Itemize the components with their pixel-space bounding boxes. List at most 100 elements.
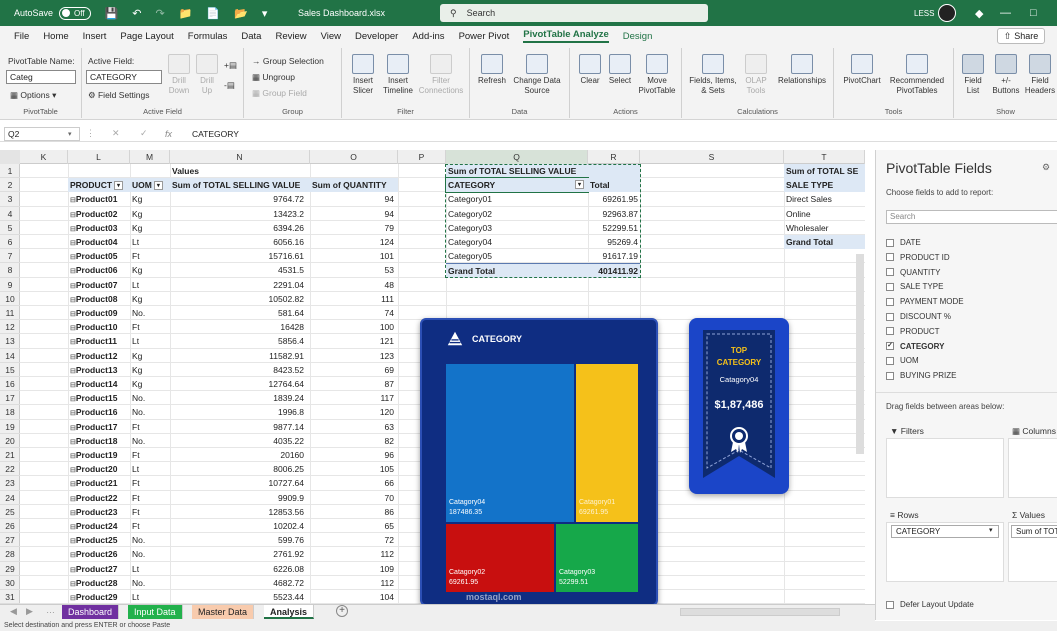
user-name[interactable]: LESS xyxy=(914,9,934,18)
filter-dropdown-icon[interactable]: ▾ xyxy=(575,180,584,190)
quantity-cell[interactable]: 100 xyxy=(310,320,398,334)
category-total-cell[interactable]: 69261.95 xyxy=(588,192,640,206)
tab-pivottable-analyze[interactable]: PivotTable Analyze xyxy=(523,29,609,43)
quantity-cell[interactable]: 87 xyxy=(310,377,398,391)
insert-timeline-button[interactable]: Insert Timeline xyxy=(380,54,416,96)
uom-cell[interactable]: Kg xyxy=(130,292,170,306)
buttons-toggle-button[interactable]: +/- Buttons xyxy=(990,54,1022,96)
uom-cell[interactable]: Kg xyxy=(130,221,170,235)
total-header-cell[interactable]: Total xyxy=(588,178,640,193)
category-total-cell[interactable]: 95269.4 xyxy=(588,235,640,249)
share-button[interactable]: ⇧ Share xyxy=(997,28,1045,44)
tab-design[interactable]: Design xyxy=(623,31,653,42)
avatar[interactable] xyxy=(938,4,956,22)
uom-cell[interactable]: Kg xyxy=(130,207,170,221)
relationships-button[interactable]: Relationships xyxy=(774,54,830,86)
product-cell[interactable]: ⊟Product20 xyxy=(68,462,130,476)
next-sheet-icon[interactable]: ▶ xyxy=(26,606,33,617)
active-field-input[interactable]: CATEGORY xyxy=(86,70,162,84)
field-checkbox[interactable] xyxy=(886,253,894,262)
selling-value-cell[interactable]: 13423.2 xyxy=(170,207,310,221)
options-button[interactable]: ▦ Options ▾ xyxy=(10,90,56,101)
row-header[interactable]: 21 xyxy=(0,448,20,463)
row-header[interactable]: 29 xyxy=(0,562,20,576)
category-total-cell[interactable]: 92963.87 xyxy=(588,207,640,221)
treemap-tile-category02[interactable]: Catagory02 69261.95 xyxy=(446,524,554,592)
product-header-cell[interactable]: PRODUCT ▾ xyxy=(68,178,130,193)
selling-value-cell[interactable]: 4682.72 xyxy=(170,576,310,590)
selling-value-cell[interactable]: 581.64 xyxy=(170,306,310,320)
row-header[interactable]: 16 xyxy=(0,377,20,392)
col-header-o[interactable]: O xyxy=(310,150,398,164)
product-cell[interactable]: ⊟Product23 xyxy=(68,505,130,519)
product-cell[interactable]: ⊟Product18 xyxy=(68,434,130,448)
field-item[interactable]: ✓ CATEGORY xyxy=(886,342,944,351)
search-box[interactable]: ⚲ Search xyxy=(440,4,708,22)
grand-total-value[interactable]: 401411.92 xyxy=(588,263,640,278)
insert-slicer-button[interactable]: Insert Slicer xyxy=(348,54,378,96)
ungroup-button[interactable]: ▦ Ungroup xyxy=(252,72,295,83)
pivot3-grand-total[interactable]: Grand Total xyxy=(784,235,865,250)
filters-area[interactable] xyxy=(886,438,1004,498)
field-checkbox[interactable] xyxy=(886,327,894,336)
field-item[interactable]: PAYMENT MODE xyxy=(886,297,964,306)
row-header[interactable]: 25 xyxy=(0,505,20,519)
uom-cell[interactable]: No. xyxy=(130,405,170,419)
uom-cell[interactable]: Ft xyxy=(130,448,170,462)
tab-developer[interactable]: Developer xyxy=(355,31,398,42)
field-item[interactable]: DISCOUNT % xyxy=(886,312,951,321)
row-header[interactable]: 13 xyxy=(0,334,20,349)
tab-view[interactable]: View xyxy=(321,31,341,42)
product-cell[interactable]: ⊟Product25 xyxy=(68,533,130,547)
uom-cell[interactable]: Ft xyxy=(130,320,170,334)
row-header[interactable]: 22 xyxy=(0,462,20,477)
field-checkbox[interactable] xyxy=(886,297,894,306)
minimize-icon[interactable]: — xyxy=(1000,7,1011,19)
product-cell[interactable]: ⊟Product10 xyxy=(68,320,130,334)
row-header[interactable]: 8 xyxy=(0,263,20,278)
sheet-tab[interactable]: Dashboard xyxy=(62,605,120,619)
sheet-tab[interactable]: Input Data xyxy=(128,605,183,619)
sale-type-cell[interactable]: Wholesaler xyxy=(784,221,865,235)
col-header-m[interactable]: M xyxy=(130,150,170,164)
product-cell[interactable]: ⊟Product02 xyxy=(68,207,130,221)
selling-value-cell[interactable]: 15716.61 xyxy=(170,249,310,263)
product-cell[interactable]: ⊟Product27 xyxy=(68,562,130,576)
sum-selling-header-cell[interactable]: Sum of TOTAL SELLING VALUE xyxy=(170,178,310,193)
quantity-cell[interactable]: 112 xyxy=(310,547,398,561)
selling-value-cell[interactable]: 12853.56 xyxy=(170,505,310,519)
uom-cell[interactable]: Ft xyxy=(130,476,170,490)
uom-cell[interactable]: Kg xyxy=(130,377,170,391)
selling-value-cell[interactable]: 8006.25 xyxy=(170,462,310,476)
rows-chip-category[interactable]: CATEGORY xyxy=(891,525,999,538)
collapse-field-icon[interactable]: -▤ xyxy=(224,80,235,91)
selling-value-cell[interactable]: 5523.44 xyxy=(170,590,310,604)
select-all-corner[interactable] xyxy=(0,150,20,164)
category-cell[interactable]: Category04 xyxy=(446,235,588,249)
row-header[interactable]: 4 xyxy=(0,207,20,221)
sale-type-cell[interactable]: Online xyxy=(784,207,865,221)
quantity-cell[interactable]: 65 xyxy=(310,519,398,533)
quantity-cell[interactable]: 105 xyxy=(310,462,398,476)
treemap-tile-category01[interactable]: Catagory01 69261.95 xyxy=(576,364,638,522)
quantity-cell[interactable]: 86 xyxy=(310,505,398,519)
field-checkbox[interactable] xyxy=(886,312,894,321)
col-header-p[interactable]: P xyxy=(398,150,446,164)
field-item[interactable]: UOM xyxy=(886,356,919,365)
select-button[interactable]: Select xyxy=(606,54,634,86)
quantity-cell[interactable]: 53 xyxy=(310,263,398,277)
open-file-icon[interactable]: 📂 xyxy=(234,7,248,20)
row-header[interactable]: 14 xyxy=(0,349,20,363)
selling-value-cell[interactable]: 599.76 xyxy=(170,533,310,547)
quantity-cell[interactable]: 79 xyxy=(310,221,398,235)
product-cell[interactable]: ⊟Product08 xyxy=(68,292,130,306)
restore-icon[interactable]: □ xyxy=(1030,7,1037,19)
quantity-cell[interactable]: 94 xyxy=(310,192,398,206)
add-sheet-button[interactable]: + xyxy=(336,605,348,617)
field-checkbox[interactable] xyxy=(886,238,894,247)
drill-up-button[interactable]: Drill Up xyxy=(194,54,220,96)
new-file-icon[interactable]: 📄 xyxy=(206,7,220,20)
pivot3-value-header[interactable]: Sum of TOTAL SE xyxy=(784,164,865,179)
selling-value-cell[interactable]: 9909.9 xyxy=(170,491,310,505)
product-cell[interactable]: ⊟Product21 xyxy=(68,476,130,490)
